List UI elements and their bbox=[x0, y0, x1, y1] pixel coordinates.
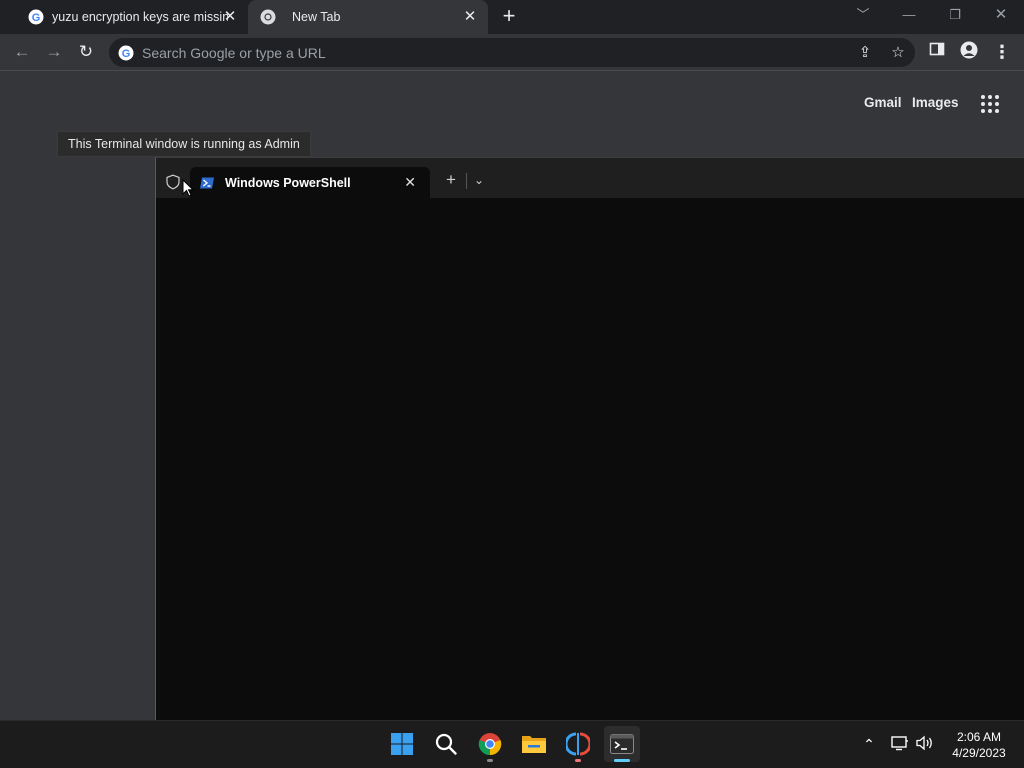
side-panel-icon[interactable] bbox=[926, 41, 948, 63]
terminal-content[interactable] bbox=[156, 198, 1024, 721]
terminal-tab-powershell[interactable]: Windows PowerShell ✕ bbox=[190, 167, 430, 198]
chrome-menu-icon[interactable]: ⋮ bbox=[991, 41, 1013, 63]
omnibox-input[interactable] bbox=[142, 44, 822, 61]
new-tab-button[interactable]: + bbox=[498, 5, 520, 28]
google-g-icon: G bbox=[118, 45, 134, 60]
forward-button[interactable]: → bbox=[43, 41, 65, 63]
running-indicator bbox=[487, 759, 493, 762]
clock-time: 2:06 AM bbox=[956, 730, 1002, 744]
close-tab-icon[interactable]: ✕ bbox=[222, 9, 238, 25]
windows-taskbar: ⌃ 2:06 AM 4/29/2023 bbox=[0, 720, 1024, 768]
show-hidden-icons-chevron-icon[interactable]: ⌃ bbox=[860, 735, 878, 753]
file-explorer-icon bbox=[522, 736, 546, 753]
close-window-button[interactable]: ✕ bbox=[989, 4, 1013, 26]
taskbar-chrome-button[interactable] bbox=[472, 726, 508, 762]
search-icon bbox=[435, 733, 457, 755]
browser-tab-new-tab[interactable]: New Tab ✕ bbox=[248, 0, 488, 34]
back-button[interactable]: ← bbox=[11, 41, 33, 63]
start-button[interactable] bbox=[384, 726, 420, 762]
browser-tab-yuzu[interactable]: G yuzu encryption keys are missing ✕ bbox=[8, 0, 248, 34]
clock-date: 4/29/2023 bbox=[952, 746, 1006, 760]
close-terminal-tab-icon[interactable]: ✕ bbox=[404, 174, 416, 190]
browser-tab-strip: G yuzu encryption keys are missing ✕ New… bbox=[0, 0, 1024, 34]
tab-title: New Tab bbox=[292, 10, 341, 24]
terminal-titlebar[interactable]: Windows PowerShell ✕ + ⌄ bbox=[156, 158, 1024, 198]
chrome-icon bbox=[260, 9, 276, 25]
running-indicator bbox=[575, 759, 581, 762]
mouse-cursor-icon bbox=[182, 179, 194, 197]
svg-text:G: G bbox=[32, 12, 41, 24]
taskbar-search-button[interactable] bbox=[428, 726, 464, 762]
profile-avatar-icon[interactable] bbox=[958, 41, 980, 63]
network-icon[interactable] bbox=[891, 735, 909, 753]
reload-button[interactable]: ↻ bbox=[75, 41, 97, 63]
google-g-icon: G bbox=[28, 9, 44, 25]
taskbar-yuzu-button[interactable] bbox=[560, 726, 596, 762]
minimize-button[interactable]: — bbox=[897, 4, 921, 26]
taskbar-file-explorer-button[interactable] bbox=[516, 726, 552, 762]
terminal-tab-title: Windows PowerShell bbox=[225, 175, 351, 190]
browser-toolbar: ← → ↻ G ⇪ ☆ ⋮ bbox=[0, 34, 1024, 71]
terminal-new-tab-button[interactable]: + bbox=[443, 171, 459, 189]
admin-tooltip: This Terminal window is running as Admin bbox=[57, 131, 311, 157]
gmail-link[interactable]: Gmail bbox=[864, 95, 902, 110]
share-icon[interactable]: ⇪ bbox=[855, 43, 875, 63]
omnibox[interactable]: G ⇪ ☆ bbox=[109, 38, 915, 67]
svg-text:G: G bbox=[122, 48, 131, 60]
tab-title: yuzu encryption keys are missing bbox=[52, 10, 228, 24]
admin-shield-icon bbox=[166, 174, 180, 190]
windows-start-icon bbox=[391, 733, 413, 755]
close-tab-icon[interactable]: ✕ bbox=[462, 9, 478, 25]
terminal-icon bbox=[610, 734, 634, 754]
taskbar-terminal-button[interactable] bbox=[604, 726, 640, 762]
terminal-window: Windows PowerShell ✕ + ⌄ bbox=[155, 157, 1024, 721]
yuzu-icon bbox=[566, 732, 590, 756]
tab-search-chevron-icon[interactable]: ﹀ bbox=[851, 4, 875, 26]
powershell-icon bbox=[200, 177, 214, 188]
images-link[interactable]: Images bbox=[912, 95, 959, 110]
bookmark-star-icon[interactable]: ☆ bbox=[888, 43, 908, 63]
running-indicator bbox=[614, 759, 630, 762]
google-apps-icon[interactable] bbox=[981, 95, 999, 113]
restore-button[interactable]: ❐ bbox=[943, 4, 967, 26]
terminal-separator bbox=[466, 173, 467, 189]
volume-icon[interactable] bbox=[916, 735, 934, 753]
taskbar-clock[interactable]: 2:06 AM 4/29/2023 bbox=[944, 729, 1014, 761]
terminal-dropdown-chevron-icon[interactable]: ⌄ bbox=[471, 172, 487, 188]
chrome-icon bbox=[478, 733, 502, 756]
